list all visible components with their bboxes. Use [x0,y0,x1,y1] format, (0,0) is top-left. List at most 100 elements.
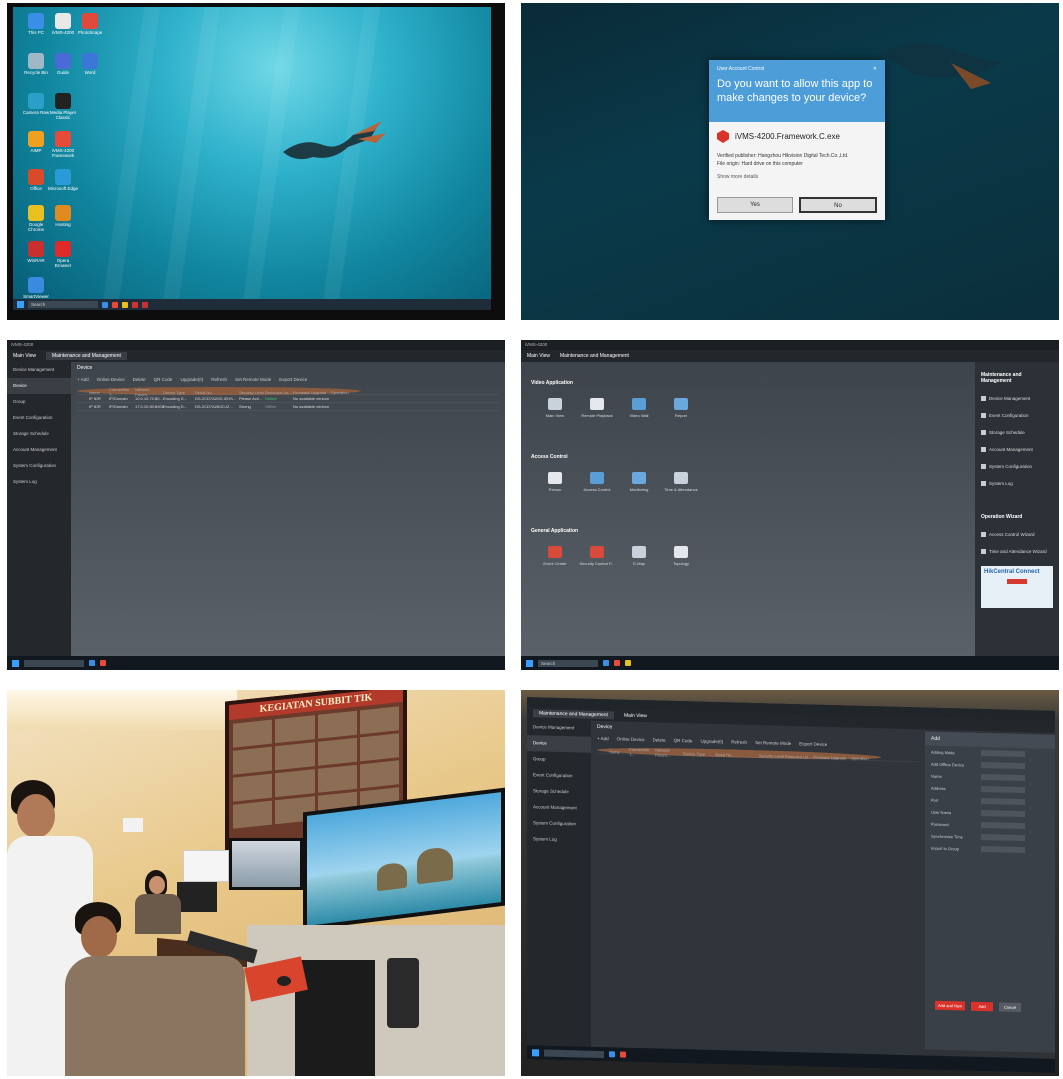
sidebar-item[interactable]: Group [527,751,591,769]
close-icon[interactable]: ✕ [873,66,877,72]
column-header[interactable]: Device Type [163,390,195,395]
module-tile[interactable]: Security Control P... [577,546,617,566]
module-tile[interactable]: Event Center [535,546,575,566]
right-panel-item[interactable]: System Log [981,475,1053,492]
start-icon[interactable] [12,659,19,667]
module-tile[interactable]: Remote Playback [577,398,617,418]
tab-maintenance[interactable]: Maintenance and Management [560,353,629,359]
form-input[interactable] [981,833,1025,842]
module-tile[interactable]: Monitoring [619,472,659,492]
module-tile[interactable]: Report [661,398,701,418]
desktop-icon[interactable]: Camera Raw [21,93,51,116]
right-panel-item[interactable]: System Configuration [981,458,1053,475]
taskbar-app-icon[interactable] [603,660,609,666]
form-input[interactable] [981,809,1025,818]
tab-maintenance[interactable]: Maintenance and Management [45,352,127,360]
desktop-icon[interactable]: Office [21,169,51,192]
sidebar-item[interactable]: Event Configuration [7,410,71,426]
column-header[interactable]: Device Type [683,751,715,757]
start-icon[interactable] [17,301,24,308]
start-icon[interactable] [526,659,533,667]
sidebar-item[interactable]: Storage Schedule [527,783,591,801]
column-header[interactable]: Network Param... [135,387,163,397]
taskbar-app-icon[interactable] [102,301,108,308]
toolbar-button[interactable]: Upgrade(0) [180,377,203,382]
show-more-details-link[interactable]: Show more details [717,174,877,180]
taskbar-app-icon[interactable] [142,301,148,308]
taskbar-app-icon[interactable] [112,301,118,308]
sidebar-item[interactable]: System Configuration [7,458,71,474]
module-tile[interactable]: Time & Attendance [661,472,701,492]
form-input[interactable] [981,845,1025,854]
module-tile[interactable]: Person [535,472,575,492]
no-button[interactable]: No [799,197,877,213]
taskbar-app-icon[interactable] [620,1051,626,1058]
taskbar-app-icon[interactable] [89,660,95,666]
column-header[interactable]: Connection T... [109,387,135,397]
sidebar-item[interactable]: Device [7,378,71,394]
right-panel-item[interactable]: Event Configuration [981,407,1053,424]
toolbar-button[interactable]: + Add [597,736,609,741]
toolbar-button[interactable]: Export Device [279,377,307,382]
column-header[interactable]: Firmware Upgrade [813,754,851,760]
taskbar-app-icon[interactable] [132,301,138,308]
taskbar-search[interactable] [24,659,84,667]
desktop-icon[interactable]: WinRAR [21,241,51,264]
form-input[interactable] [981,773,1025,782]
tab-main-view[interactable]: Main View [624,713,647,720]
wizard-item[interactable]: Access Control Wizard [981,526,1053,543]
sidebar-item[interactable]: Group [7,394,71,410]
desktop-icon[interactable]: Recycle Bin [21,53,51,76]
form-input[interactable] [981,785,1025,794]
sidebar-item[interactable]: Event Configuration [527,767,591,785]
sidebar-item[interactable]: Device [527,735,591,753]
taskbar-app-icon[interactable] [609,1051,615,1058]
desktop-icon[interactable]: Guide [48,53,78,76]
desktop-icon[interactable]: AIMP [21,131,51,154]
toolbar-button[interactable]: Export Device [799,741,827,747]
toolbar-button[interactable]: QR Code [674,738,693,743]
yes-button[interactable]: Yes [717,197,793,213]
column-header[interactable]: Serial No. [195,390,239,395]
module-tile[interactable]: Video Wall [619,398,659,418]
module-tile[interactable]: Access Control [577,472,617,492]
column-header[interactable]: Name [609,749,629,755]
sidebar-item[interactable]: Account Management [7,442,71,458]
toolbar-button[interactable]: Set Remote Mode [755,740,791,746]
column-header[interactable]: Security Level [759,753,785,759]
desktop-icon[interactable]: iVMS-4200 Framework [48,131,78,159]
column-header[interactable]: Firmware Upgrade [293,390,331,395]
taskbar-app-icon[interactable] [614,660,620,666]
toolbar-button[interactable]: Online Device [97,377,125,382]
toolbar-button[interactable]: + Add [77,377,89,382]
wizard-item[interactable]: Time and Attendance Wizard [981,543,1053,560]
desktop-icon[interactable]: This PC [21,13,51,36]
form-input[interactable] [981,797,1025,806]
hikcentral-promo[interactable]: HikCentral Connect [981,566,1053,608]
desktop-icon[interactable]: iVMS-4200 [48,13,78,36]
column-header[interactable]: Security Level [239,390,265,395]
sidebar-item[interactable]: Account Management [527,799,591,817]
taskbar-app-icon[interactable] [100,660,106,666]
taskbar-app-icon[interactable] [122,301,128,308]
desktop-icon[interactable]: SmartViewer [21,277,51,300]
column-header[interactable]: Name [89,390,109,395]
learn-more-button[interactable] [1007,579,1027,584]
column-header[interactable]: Operation [851,755,881,761]
form-input[interactable] [981,749,1025,758]
taskbar-search[interactable] [544,1049,604,1058]
column-header[interactable]: Network Param... [655,747,683,758]
column-header[interactable]: Serial No. [715,752,759,758]
sidebar-item[interactable]: System Log [527,831,591,849]
toolbar-button[interactable]: Online Device [617,736,645,742]
tab-main-view[interactable]: Main View [13,353,36,359]
taskbar-search[interactable]: Search [28,301,98,308]
column-header[interactable]: Operation [331,390,361,395]
toolbar-button[interactable]: Delete [133,377,146,382]
toolbar-button[interactable]: Delete [653,737,666,742]
module-tile[interactable]: E-Map [619,546,659,566]
toolbar-button[interactable]: Refresh [211,377,227,382]
toolbar-button[interactable]: Refresh [731,739,747,744]
desktop-icon[interactable]: Opera Browser [48,241,78,269]
toolbar-button[interactable]: Upgrade(0) [700,739,723,745]
